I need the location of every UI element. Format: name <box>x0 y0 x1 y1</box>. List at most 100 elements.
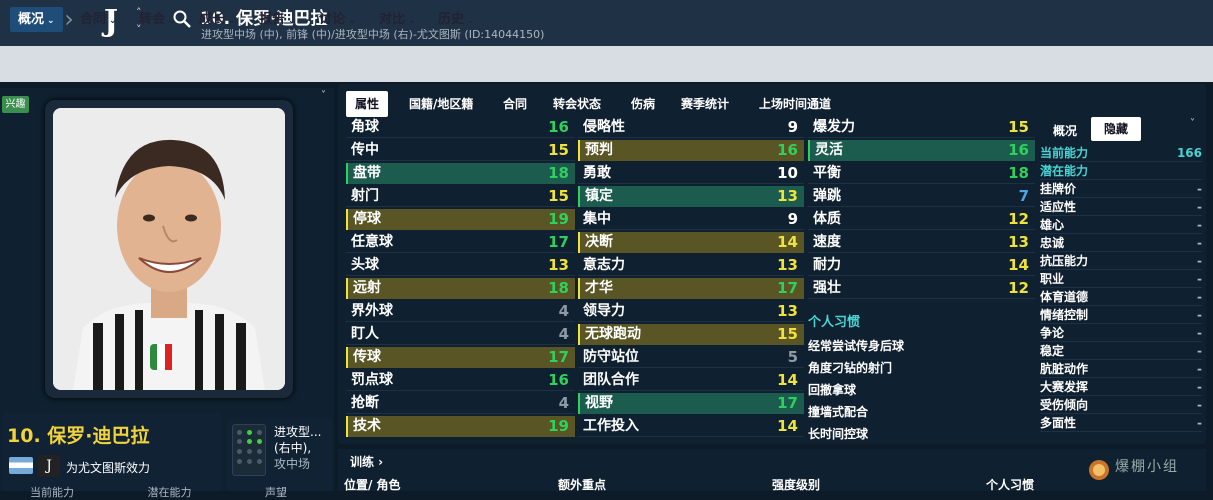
side-row[interactable]: 稳定 - <box>1040 342 1202 360</box>
attribute-row[interactable]: 头球 13 <box>346 255 575 276</box>
club-text[interactable]: 为尤文图斯效力 <box>66 459 150 476</box>
side-row[interactable]: 忠诚 - <box>1040 234 1202 252</box>
tab-0[interactable]: 属性 <box>346 91 389 117</box>
interest-badge[interactable]: 兴趣 <box>2 96 29 113</box>
attribute-row[interactable]: 视野 17 <box>578 393 804 414</box>
attribute-row[interactable]: 抢断 4 <box>346 393 575 414</box>
habit-item[interactable]: 撞墙式配合 <box>808 403 868 420</box>
side-row[interactable]: 大赛发挥 - <box>1040 378 1202 396</box>
side-row[interactable]: 体育道德 - <box>1040 288 1202 306</box>
attribute-row[interactable]: 决断 14 <box>578 232 804 253</box>
attribute-name: 射门 <box>351 188 379 204</box>
attribute-value: 14 <box>777 371 798 389</box>
attribute-row[interactable]: 界外球 4 <box>346 301 575 322</box>
side-tab-overview[interactable]: 概况 <box>1053 122 1077 139</box>
side-row[interactable]: 当前能力 166 <box>1040 144 1202 162</box>
tab-4[interactable]: 伤病 <box>622 91 664 117</box>
attribute-row[interactable]: 强壮 12 <box>808 278 1035 299</box>
attribute-row[interactable]: 意志力 13 <box>578 255 804 276</box>
attribute-row[interactable]: 盘带 18 <box>346 163 575 184</box>
club-logo-small[interactable]: J <box>38 455 60 477</box>
side-row-name: 挂牌价 <box>1040 182 1077 196</box>
attribute-row[interactable]: 射门 15 <box>346 186 575 207</box>
side-row[interactable]: 挂牌价 - <box>1040 180 1202 198</box>
attribute-row[interactable]: 平衡 18 <box>808 163 1035 184</box>
chevron-down-icon: ⌄ <box>109 16 117 26</box>
attribute-row[interactable]: 远射 18 <box>346 278 575 299</box>
tab-5[interactable]: 赛季统计 <box>672 91 738 117</box>
chevron-down-icon[interactable]: ˅ <box>1190 118 1195 129</box>
attribute-value: 4 <box>558 302 569 320</box>
menu-item-6[interactable]: 对比 ⌄ <box>371 7 424 32</box>
attribute-name: 传球 <box>353 349 381 365</box>
attribute-row[interactable]: 传球 17 <box>346 347 575 368</box>
attribute-row[interactable]: 停球 19 <box>346 209 575 230</box>
attribute-value: 7 <box>1018 187 1029 205</box>
attribute-row[interactable]: 角球 16 <box>346 117 575 138</box>
menu-item-7[interactable]: 历史 ⌄ <box>430 7 483 32</box>
side-row-value: 166 <box>1176 146 1202 160</box>
attribute-row[interactable]: 弹跳 7 <box>808 186 1035 207</box>
attribute-name: 停球 <box>353 211 381 227</box>
habit-item[interactable]: 长时间控球 <box>808 425 868 442</box>
side-row[interactable]: 潜在能力 <box>1040 162 1202 180</box>
menu-item-4[interactable]: 报告 ⌄ <box>251 7 304 32</box>
tab-3[interactable]: 转会状态 <box>544 91 610 117</box>
attribute-row[interactable]: 预判 16 <box>578 140 804 161</box>
attribute-row[interactable]: 勇敢 10 <box>578 163 804 184</box>
attribute-row[interactable]: 侵略性 9 <box>578 117 804 138</box>
watermark: 爆棚小组 <box>1085 452 1205 490</box>
attribute-row[interactable]: 灵活 16 <box>808 140 1035 161</box>
side-row[interactable]: 多面性 - <box>1040 414 1202 432</box>
side-row[interactable]: 抗压能力 - <box>1040 252 1202 270</box>
side-row[interactable]: 受伤倾向 - <box>1040 396 1202 414</box>
attribute-name: 传中 <box>351 142 379 158</box>
side-row[interactable]: 适应性 - <box>1040 198 1202 216</box>
side-tab-hidden[interactable]: 隐藏 <box>1091 117 1141 141</box>
habit-item[interactable]: 回撤拿球 <box>808 381 856 398</box>
attribute-row[interactable]: 防守站位 5 <box>578 347 804 368</box>
training-title[interactable]: 训练 › <box>350 453 383 470</box>
attribute-row[interactable]: 爆发力 15 <box>808 117 1035 138</box>
attribute-row[interactable]: 任意球 17 <box>346 232 575 253</box>
tab-1[interactable]: 国籍/地区籍 <box>400 91 482 117</box>
attribute-row[interactable]: 团队合作 14 <box>578 370 804 391</box>
side-row-name: 情绪控制 <box>1040 308 1089 322</box>
habit-item[interactable]: 经常尝试传身后球 <box>808 337 904 354</box>
menu-item-1[interactable]: 合同 ⌄ <box>72 7 125 32</box>
side-row-value: - <box>1197 416 1202 430</box>
side-row-value: - <box>1197 218 1202 232</box>
side-row[interactable]: 雄心 - <box>1040 216 1202 234</box>
menu-item-5[interactable]: 讨论 ⌄ <box>311 7 364 32</box>
attribute-row[interactable]: 盯人 4 <box>346 324 575 345</box>
side-row[interactable]: 职业 - <box>1040 270 1202 288</box>
menu-item-3[interactable]: 成长 ⌄ <box>191 7 244 32</box>
attribute-row[interactable]: 耐力 14 <box>808 255 1035 276</box>
menu-item-0[interactable]: 概况 ⌄ <box>10 7 63 32</box>
attribute-row[interactable]: 罚点球 16 <box>346 370 575 391</box>
training-col: 额外重点 <box>558 478 607 492</box>
attribute-row[interactable]: 工作投入 14 <box>578 416 804 437</box>
attribute-name: 盯人 <box>351 326 379 342</box>
habit-item[interactable]: 角度刁钻的射门 <box>808 359 892 376</box>
tab-6[interactable]: 上场时间通道 <box>750 91 840 117</box>
side-row[interactable]: 争论 - <box>1040 324 1202 342</box>
attribute-row[interactable]: 集中 9 <box>578 209 804 230</box>
attribute-row[interactable]: 镇定 13 <box>578 186 804 207</box>
side-row-name: 稳定 <box>1040 344 1065 358</box>
chevron-down-icon[interactable]: ˅ <box>321 90 326 101</box>
attribute-row[interactable]: 无球跑动 15 <box>578 324 804 345</box>
attribute-row[interactable]: 速度 13 <box>808 232 1035 253</box>
side-row[interactable]: 情绪控制 - <box>1040 306 1202 324</box>
attribute-row[interactable]: 传中 15 <box>346 140 575 161</box>
chevron-down-icon: ⌄ <box>408 16 416 26</box>
attribute-row[interactable]: 领导力 13 <box>578 301 804 322</box>
tab-2[interactable]: 合同 <box>494 91 536 117</box>
side-row[interactable]: 肮脏动作 - <box>1040 360 1202 378</box>
attribute-value: 10 <box>777 164 798 182</box>
attribute-row[interactable]: 才华 17 <box>578 278 804 299</box>
player-photo <box>53 108 285 390</box>
attribute-row[interactable]: 体质 12 <box>808 209 1035 230</box>
attribute-row[interactable]: 技术 19 <box>346 416 575 437</box>
menu-item-2[interactable]: 转会 ⌄ <box>131 7 184 32</box>
